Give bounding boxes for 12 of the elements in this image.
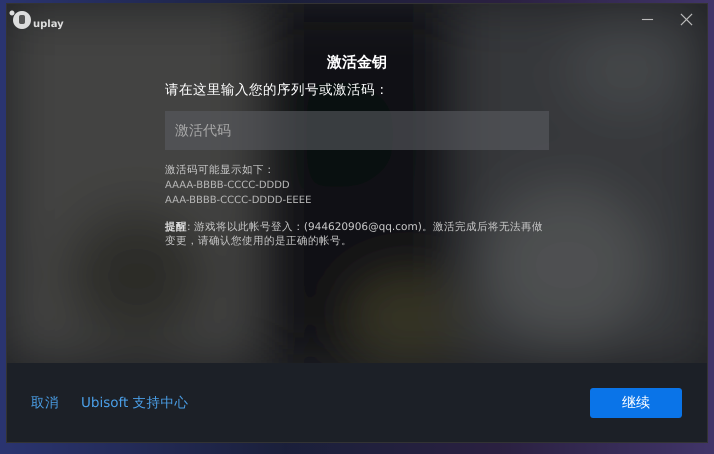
format-label: 激活码可能显示如下： [165,163,276,178]
code-example: AAAA-BBBB-CCCC-DDDD [165,179,291,193]
logo-text: uplay [33,19,64,30]
code-field[interactable]: 激活代码 [165,111,549,150]
notice-text: 提醒: 游戏将以此帐号登入：(944620906@qq.com)。激活完成后将无法再做变更，请确认您使用的是正确的帐号。 [165,220,544,248]
prompt-text: 请在这里输入您的序列号或激活码： [165,81,390,99]
code-example: AAA-BBBB-CCCC-DDDD-EEEE [165,194,312,208]
close-icon[interactable] [680,12,693,26]
footer-link[interactable]: Ubisoft 支持中心 [81,394,189,412]
footer-link[interactable]: 取消 [31,394,59,412]
continue-button[interactable]: 继续 [590,388,682,418]
dialog-title: 激活金钥 [327,53,387,72]
